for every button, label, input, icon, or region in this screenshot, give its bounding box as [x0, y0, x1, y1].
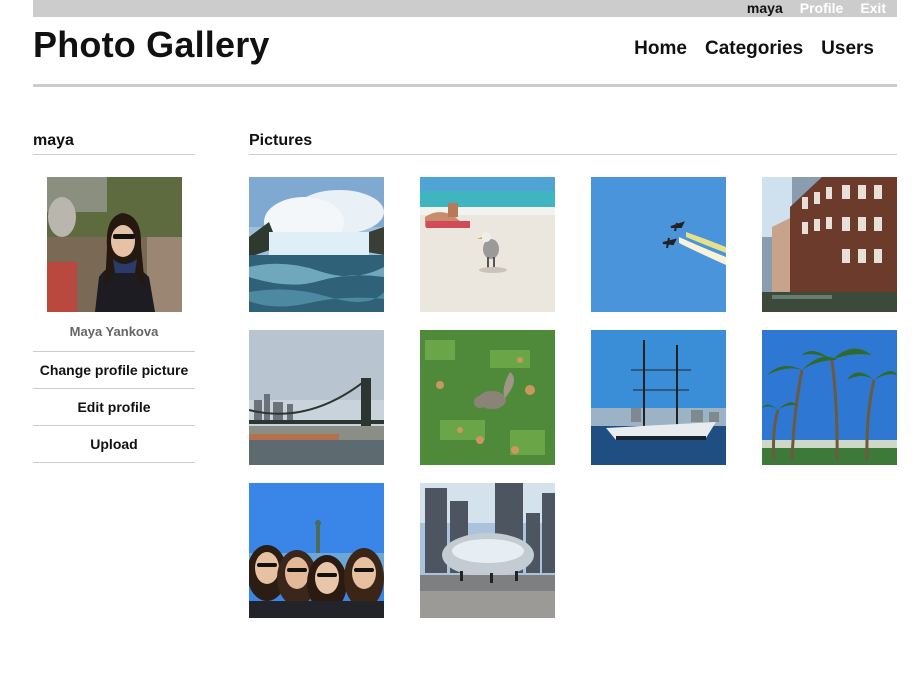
edit-profile-link[interactable]: Edit profile: [33, 389, 195, 426]
sailing-ship-photo[interactable]: [591, 330, 726, 465]
profile-full-name: Maya Yankova: [33, 324, 195, 352]
sidebar-username-heading: maya: [33, 130, 195, 155]
airshow-planes-photo[interactable]: [591, 177, 726, 312]
photo-grid: [249, 177, 897, 637]
canal-buildings-photo[interactable]: [762, 177, 897, 312]
nav-users-link[interactable]: Users: [821, 38, 874, 60]
nav-categories-link[interactable]: Categories: [705, 38, 803, 60]
current-username: maya: [746, 0, 783, 16]
nav-home-link[interactable]: Home: [634, 38, 687, 60]
exit-link[interactable]: Exit: [860, 0, 886, 17]
pictures-heading: Pictures: [249, 130, 897, 155]
profile-picture: [47, 177, 182, 312]
cloud-gate-bean-photo[interactable]: [420, 483, 555, 618]
bridge-skyline-photo[interactable]: [249, 330, 384, 465]
squirrel-grass-photo[interactable]: [420, 330, 555, 465]
main-nav: Home Categories Users: [634, 38, 874, 60]
top-bar: maya Profile Exit: [33, 0, 897, 17]
beach-seagull-photo[interactable]: [420, 177, 555, 312]
profile-link[interactable]: Profile: [800, 0, 844, 17]
friends-statue-of-liberty-photo[interactable]: [249, 483, 384, 618]
pictures-section: Pictures: [249, 130, 897, 637]
top-links: maya Profile Exit: [747, 0, 886, 17]
waterfall-photo[interactable]: [249, 177, 384, 312]
upload-link[interactable]: Upload: [33, 426, 195, 463]
site-header: Photo Gallery Home Categories Users: [33, 17, 897, 87]
palm-trees-photo[interactable]: [762, 330, 897, 465]
change-profile-picture-link[interactable]: Change profile picture: [33, 352, 195, 389]
profile-sidebar: maya Maya Yankova Change profile picture…: [33, 130, 195, 463]
site-title[interactable]: Photo Gallery: [33, 24, 270, 66]
